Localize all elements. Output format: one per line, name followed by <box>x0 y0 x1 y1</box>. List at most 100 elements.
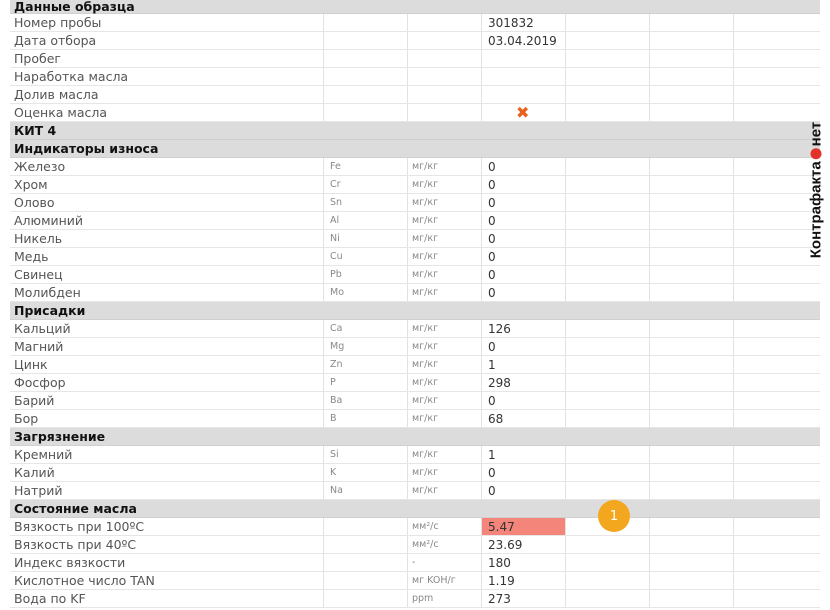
empty-cell <box>734 464 820 481</box>
empty-cell <box>650 464 734 481</box>
kit-label: КИТ 4 <box>14 123 57 138</box>
param-symbol <box>324 572 408 589</box>
param-unit: мг/кг <box>408 374 482 391</box>
empty-cell <box>650 194 734 211</box>
kit-header: КИТ 4 <box>10 122 820 140</box>
cross-icon: ✖ <box>516 104 530 121</box>
empty-cell <box>734 590 820 607</box>
section-title: Индикаторы износа <box>14 141 159 156</box>
empty-cell <box>650 482 734 499</box>
param-symbol: Ca <box>324 320 408 337</box>
empty-cell <box>566 392 650 409</box>
empty-cell <box>734 536 820 553</box>
param-symbol: P <box>324 374 408 391</box>
section-title: Присадки <box>14 303 86 318</box>
empty-cell <box>734 320 820 337</box>
table-row: Кислотное число TAN мг KOH/г 1.19 <box>10 572 820 590</box>
param-value: 180 <box>482 554 566 571</box>
brand-text: Контрафакта нет <box>808 122 825 258</box>
param-value: 0 <box>482 194 566 211</box>
param-value: 0 <box>482 230 566 247</box>
empty-cell <box>566 464 650 481</box>
param-value <box>482 50 566 67</box>
table-row: Свинец Pb мг/кг 0 <box>10 266 820 284</box>
empty-cell <box>734 50 820 67</box>
param-value <box>482 68 566 85</box>
section-title: Состояние масла <box>14 501 137 516</box>
param-unit: мг/кг <box>408 392 482 409</box>
empty-cell <box>734 356 820 373</box>
empty-cell <box>650 248 734 265</box>
param-name: Долив масла <box>10 86 324 103</box>
param-symbol: B <box>324 410 408 427</box>
param-value: 0 <box>482 392 566 409</box>
table-row: Оценка масла ✖ <box>10 104 820 122</box>
empty-cell <box>734 410 820 427</box>
empty-cell <box>650 284 734 301</box>
empty-cell <box>650 374 734 391</box>
table-row: Фосфор Pмг/кг 298 <box>10 374 820 392</box>
empty-cell <box>566 158 650 175</box>
param-name: Хром <box>10 176 324 193</box>
table-row: Олово Sn мг/кг 0 <box>10 194 820 212</box>
param-value: 0 <box>482 266 566 283</box>
brand-dot-icon <box>810 148 822 160</box>
empty-cell <box>566 194 650 211</box>
empty-cell <box>650 554 734 571</box>
param-symbol <box>324 536 408 553</box>
empty-cell <box>566 572 650 589</box>
empty-cell <box>734 554 820 571</box>
table-row: Долив масла <box>10 86 820 104</box>
empty-cell <box>650 266 734 283</box>
param-unit: мг KOH/г <box>408 572 482 589</box>
param-name: Дата отбора <box>10 32 324 49</box>
param-unit <box>408 32 482 49</box>
sample-rows: Номер пробы 301832 Дата отбора 03.04.2019 Пр… <box>10 14 820 122</box>
param-value: 273 <box>482 590 566 607</box>
param-name: Номер пробы <box>10 14 324 31</box>
table-row: Молибден Mo мг/кг 0 <box>10 284 820 302</box>
param-name: Пробег <box>10 50 324 67</box>
param-unit: мг/кг <box>408 212 482 229</box>
param-unit: мг/кг <box>408 266 482 283</box>
empty-cell <box>734 392 820 409</box>
param-value: 0 <box>482 212 566 229</box>
empty-cell <box>650 104 734 121</box>
empty-cell <box>566 104 650 121</box>
table-row: Пробег <box>10 50 820 68</box>
empty-cell <box>566 230 650 247</box>
empty-cell <box>734 68 820 85</box>
empty-cell <box>566 284 650 301</box>
param-name: Фосфор <box>10 374 324 391</box>
param-value: 1.19 <box>482 572 566 589</box>
param-name: Натрий <box>10 482 324 499</box>
param-name: Олово <box>10 194 324 211</box>
section-header: Присадки <box>10 302 820 320</box>
empty-cell <box>650 410 734 427</box>
empty-cell <box>650 212 734 229</box>
table-row: Вода по KF ppm 273 <box>10 590 820 608</box>
param-symbol: Mg <box>324 338 408 355</box>
param-name: Железо <box>10 158 324 175</box>
empty-cell <box>650 176 734 193</box>
param-value: 1 <box>482 356 566 373</box>
section-title: Данные образца <box>14 0 135 14</box>
param-name: Алюминий <box>10 212 324 229</box>
empty-cell <box>650 230 734 247</box>
param-name: Вязкость при 100ºC <box>10 518 324 535</box>
param-symbol: Ni <box>324 230 408 247</box>
param-symbol: Ba <box>324 392 408 409</box>
param-unit: мм²/с <box>408 518 482 535</box>
param-value: 0 <box>482 464 566 481</box>
param-symbol: Pb <box>324 266 408 283</box>
empty-cell <box>650 518 734 535</box>
empty-cell <box>734 284 820 301</box>
param-symbol: Al <box>324 212 408 229</box>
param-unit: мг/кг <box>408 194 482 211</box>
param-unit: мг/кг <box>408 482 482 499</box>
annotation-badge: 1 <box>598 500 630 532</box>
param-value: 5.47 <box>482 518 566 535</box>
table-row: Дата отбора 03.04.2019 <box>10 32 820 50</box>
param-unit: мг/кг <box>408 230 482 247</box>
param-symbol: Sn <box>324 194 408 211</box>
